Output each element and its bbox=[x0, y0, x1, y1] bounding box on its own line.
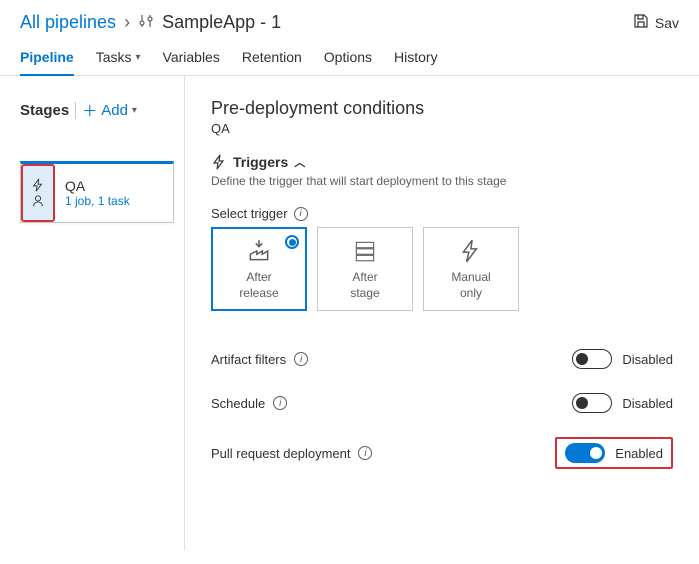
info-icon[interactable]: i bbox=[358, 446, 372, 460]
stage-card-qa[interactable]: QA 1 job, 1 task bbox=[20, 161, 174, 223]
save-label: Sav bbox=[655, 15, 679, 31]
pipeline-icon bbox=[138, 13, 154, 32]
artifact-filters-row: Artifact filters i Disabled bbox=[211, 337, 673, 381]
chevron-down-icon: ▾ bbox=[132, 105, 137, 116]
tab-history[interactable]: History bbox=[394, 41, 438, 75]
panel-stage-name: QA bbox=[211, 121, 673, 136]
select-trigger-label: Select trigger i bbox=[211, 206, 673, 221]
stage-jobs-link[interactable]: 1 job, 1 task bbox=[65, 194, 130, 208]
breadcrumb-root-link[interactable]: All pipelines bbox=[20, 12, 116, 33]
artifact-filters-state: Disabled bbox=[622, 352, 673, 367]
schedule-label: Schedule bbox=[211, 396, 265, 411]
add-label: Add bbox=[101, 102, 128, 119]
pipeline-name: SampleApp - 1 bbox=[162, 12, 281, 33]
pre-deployment-conditions-button[interactable] bbox=[21, 164, 55, 222]
triggers-description: Define the trigger that will start deplo… bbox=[211, 174, 673, 188]
content-body: Stages ＋ Add ▾ QA 1 job, 1 task Pre-depl… bbox=[0, 76, 699, 550]
person-icon bbox=[31, 194, 45, 208]
tab-options[interactable]: Options bbox=[324, 41, 372, 75]
add-stage-button[interactable]: ＋ Add ▾ bbox=[82, 100, 137, 121]
info-icon[interactable]: i bbox=[294, 352, 308, 366]
tab-tasks-label: Tasks bbox=[96, 49, 132, 65]
lightning-manual-icon bbox=[458, 238, 484, 264]
stage-info: QA 1 job, 1 task bbox=[55, 164, 140, 222]
chevron-up-icon: ︿ bbox=[294, 154, 305, 170]
info-icon[interactable]: i bbox=[294, 207, 308, 221]
stages-sidebar: Stages ＋ Add ▾ QA 1 job, 1 task bbox=[0, 76, 185, 550]
conditions-panel: Pre-deployment conditions QA Triggers ︿ … bbox=[185, 76, 699, 550]
pull-request-state: Enabled bbox=[615, 446, 663, 461]
pull-request-label: Pull request deployment bbox=[211, 446, 350, 461]
plus-icon: ＋ bbox=[82, 100, 97, 121]
stage-name: QA bbox=[65, 178, 130, 194]
schedule-toggle[interactable] bbox=[572, 393, 612, 413]
stages-label: Stages bbox=[20, 102, 76, 119]
stages-header: Stages ＋ Add ▾ bbox=[20, 100, 174, 121]
chevron-right-icon: › bbox=[124, 12, 130, 33]
main-tabs: Pipeline Tasks ▾ Variables Retention Opt… bbox=[0, 41, 699, 76]
save-button[interactable]: Sav bbox=[633, 13, 679, 32]
artifact-filters-label: Artifact filters bbox=[211, 352, 286, 367]
lightning-icon bbox=[211, 154, 227, 170]
schedule-state: Disabled bbox=[622, 396, 673, 411]
tab-retention[interactable]: Retention bbox=[242, 41, 302, 75]
trigger-after-release[interactable]: After release bbox=[211, 227, 307, 311]
trigger-manual-only[interactable]: Manual only bbox=[423, 227, 519, 311]
page-header: All pipelines › SampleApp - 1 Sav bbox=[0, 0, 699, 41]
info-icon[interactable]: i bbox=[273, 396, 287, 410]
radio-selected-icon bbox=[285, 235, 299, 249]
trigger-after-stage[interactable]: After stage bbox=[317, 227, 413, 311]
factory-download-icon bbox=[246, 238, 272, 264]
pull-request-toggle[interactable] bbox=[565, 443, 605, 463]
pull-request-row: Pull request deployment i Enabled bbox=[211, 425, 673, 481]
breadcrumb: All pipelines › SampleApp - 1 bbox=[20, 12, 281, 33]
chevron-down-icon: ▾ bbox=[135, 52, 140, 63]
tab-pipeline[interactable]: Pipeline bbox=[20, 41, 74, 75]
trigger-options: After release After stage Manual only bbox=[211, 227, 673, 311]
lightning-icon bbox=[31, 178, 45, 192]
panel-title: Pre-deployment conditions bbox=[211, 98, 673, 119]
tab-tasks[interactable]: Tasks ▾ bbox=[96, 41, 141, 75]
triggers-section-header[interactable]: Triggers ︿ bbox=[211, 154, 673, 170]
artifact-filters-toggle[interactable] bbox=[572, 349, 612, 369]
schedule-row: Schedule i Disabled bbox=[211, 381, 673, 425]
server-icon bbox=[352, 238, 378, 264]
tab-variables[interactable]: Variables bbox=[163, 41, 220, 75]
triggers-label: Triggers bbox=[233, 154, 288, 170]
save-icon bbox=[633, 13, 649, 32]
